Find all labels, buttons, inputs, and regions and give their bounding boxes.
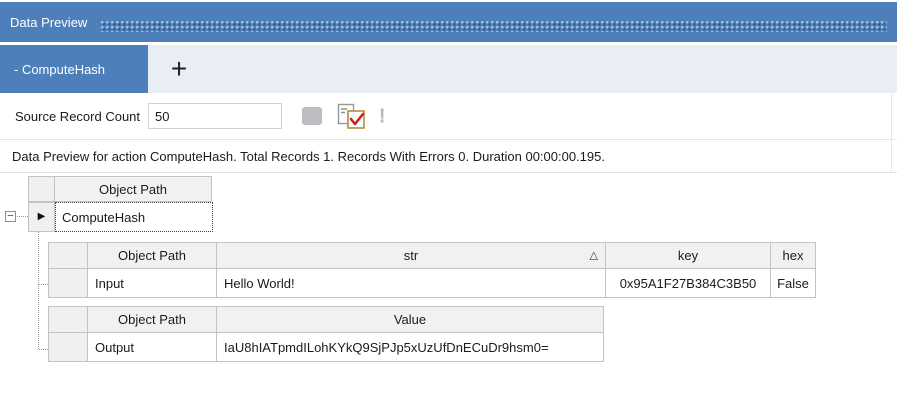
- input-indicator-header-cell: [48, 242, 88, 269]
- input-str-cell[interactable]: Hello World!: [216, 268, 606, 298]
- output-row-indicator-cell[interactable]: [48, 332, 88, 362]
- input-object-path-cell[interactable]: Input: [87, 268, 217, 298]
- input-key-header[interactable]: key: [605, 242, 771, 269]
- collapse-node-toggle[interactable]: −: [5, 211, 16, 222]
- panel-title: Data Preview: [10, 14, 88, 30]
- data-preview-grid: Object Path − ▶ ComputeHash Object Path …: [0, 173, 897, 413]
- root-table-header-row: Object Path: [28, 176, 212, 202]
- tab-computehash[interactable]: - ComputeHash: [0, 45, 148, 93]
- input-key-cell[interactable]: 0x95A1F27B384C3B50: [605, 268, 771, 298]
- output-table-row: Output IaU8hIATpmdILohKYkQ9SjPJp5xUzUfDn…: [48, 332, 604, 362]
- output-value-cell[interactable]: IaU8hIATpmdILohKYkQ9SjPJp5xUzUfDnECuDr9h…: [216, 332, 604, 362]
- stop-square-icon[interactable]: [302, 107, 323, 125]
- root-row-name-cell[interactable]: ComputeHash: [55, 202, 213, 232]
- minus-icon: −: [7, 210, 14, 222]
- tab-label: - ComputeHash: [14, 61, 106, 77]
- sort-ascending-icon: △: [589, 249, 598, 261]
- input-row-indicator-cell[interactable]: [48, 268, 88, 298]
- add-tab-button[interactable]: +: [160, 45, 198, 93]
- output-object-path-header[interactable]: Object Path: [87, 306, 217, 333]
- input-object-path-header[interactable]: Object Path: [87, 242, 217, 269]
- input-table-row: Input Hello World! 0x95A1F27B384C3B50 Fa…: [48, 268, 816, 298]
- source-record-count-input[interactable]: [148, 103, 283, 129]
- output-object-path-cell[interactable]: Output: [87, 332, 217, 362]
- tree-branch-input: [39, 284, 48, 286]
- warning-icon: !: [379, 105, 386, 127]
- source-record-count-label: Source Record Count: [15, 108, 141, 124]
- root-object-path-header[interactable]: Object Path: [54, 176, 212, 202]
- output-table-header-row: Object Path Value: [48, 306, 604, 333]
- drag-grip-texture[interactable]: [101, 20, 887, 32]
- tree-connector-line: [17, 216, 28, 218]
- str-header-label: str: [403, 248, 419, 263]
- row-selector-cell[interactable]: ▶: [28, 202, 55, 232]
- root-table-row: ▶ ComputeHash: [28, 202, 213, 232]
- tree-branch-output: [39, 349, 48, 351]
- input-table-header-row: Object Path str △ key hex: [48, 242, 816, 269]
- output-value-header[interactable]: Value: [216, 306, 604, 333]
- preview-summary-text: Data Preview for action ComputeHash. Tot…: [0, 141, 897, 173]
- refresh-preview-icon[interactable]: [337, 103, 367, 130]
- input-hex-cell[interactable]: False: [770, 268, 816, 298]
- panel-title-bar: Data Preview: [0, 2, 897, 42]
- tab-strip: - ComputeHash +: [0, 45, 897, 93]
- input-str-header[interactable]: str △: [216, 242, 606, 269]
- row-selector-icon: ▶: [37, 211, 46, 222]
- output-indicator-header-cell: [48, 306, 88, 333]
- input-hex-header[interactable]: hex: [770, 242, 816, 269]
- preview-toolbar: Source Record Count !: [0, 93, 897, 140]
- plus-icon: +: [170, 53, 188, 84]
- tree-vertical-line: [38, 232, 40, 349]
- root-indicator-header-cell: [28, 176, 55, 202]
